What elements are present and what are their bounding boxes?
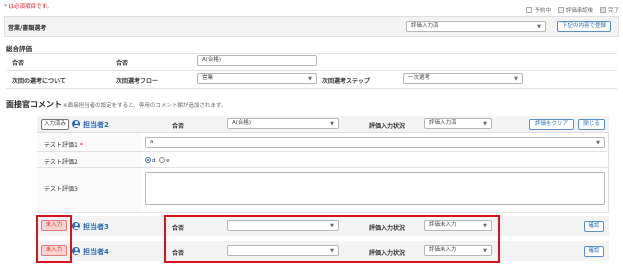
legend-approved-swatch xyxy=(557,7,564,13)
interviewer-2-eval-status-label: 評価入力状況 xyxy=(369,123,406,130)
interviewer-2-status-badge: 入力済み xyxy=(41,119,69,130)
test2-label: テスト評価2 xyxy=(44,159,78,166)
test2-option-e[interactable]: e xyxy=(159,157,170,164)
highlight-status-badges xyxy=(36,215,72,263)
legend-complete: 完了 xyxy=(599,7,619,14)
required-note: * は必須項目です。 xyxy=(4,4,52,10)
test2-option-d[interactable]: d xyxy=(145,157,156,164)
test2-radio-group: d e xyxy=(145,157,170,164)
test3-textarea[interactable] xyxy=(145,172,605,205)
interviewer-2-result-label: 合否 xyxy=(172,123,185,130)
test1-select[interactable]: a ▼ xyxy=(145,137,605,148)
interviewer-4-confirm-button[interactable]: 確認 xyxy=(584,246,604,257)
test1-label: テスト評価1 * xyxy=(44,142,83,149)
user-icon xyxy=(72,222,80,230)
interviewer-4-name[interactable]: 担当者4 xyxy=(83,247,109,257)
chevron-down-icon: ▼ xyxy=(308,76,312,82)
chevron-down-icon: ▼ xyxy=(596,140,600,146)
overall-evaluation-title: 総合評価 xyxy=(6,45,32,53)
legend-reserved-swatch xyxy=(526,7,533,13)
radio-unchecked-icon xyxy=(159,157,166,163)
status-legend: 予約中 評価承認後 完了 xyxy=(526,6,619,14)
clear-evaluation-button[interactable]: 評価をクリア xyxy=(529,119,574,130)
interviewer-2-result-select[interactable]: A(合格) ▼ xyxy=(227,118,339,129)
interviewer-comments-note: ※面接担当者の設定をすると、専用のコメント欄が追加されます。 xyxy=(63,103,227,109)
overall-result-field-label: 合否 xyxy=(116,60,129,67)
next-flow-label: 次回選考フロー xyxy=(116,78,159,85)
chevron-down-icon: ▼ xyxy=(514,76,518,82)
interviewer-2-name[interactable]: 担当者2 xyxy=(83,120,109,130)
legend-approved: 評価承認後 xyxy=(557,7,593,14)
overall-result-label: 合否 xyxy=(12,60,25,67)
next-step-label: 次回選考ステップ xyxy=(322,78,371,85)
interviewer-3-confirm-button[interactable]: 確認 xyxy=(584,221,604,232)
overall-result-select[interactable]: A(合格) xyxy=(197,55,317,66)
test3-label: テスト評価3 xyxy=(44,186,78,193)
page-title: 営業/書類選考 xyxy=(8,25,47,32)
highlight-result-fields xyxy=(164,215,500,263)
close-button[interactable]: 閉じる xyxy=(578,119,605,130)
chevron-down-icon: ▼ xyxy=(483,121,487,127)
user-icon xyxy=(72,120,80,128)
register-button[interactable]: 下記の内容で登録 xyxy=(557,21,611,32)
next-selection-label: 次回の選考について xyxy=(12,78,66,85)
radio-checked-icon xyxy=(145,157,151,163)
next-step-select[interactable]: 一次選考 ▼ xyxy=(403,73,523,84)
evaluation-status-select[interactable]: 評価入力済 ▼ xyxy=(406,21,546,32)
next-flow-select[interactable]: 営業 ▼ xyxy=(197,73,317,84)
chevron-down-icon: ▼ xyxy=(537,24,541,30)
user-icon xyxy=(72,247,80,255)
legend-reserved: 予約中 xyxy=(526,7,551,14)
interviewer-comments-title: 面接官コメント xyxy=(6,100,62,109)
required-mark: * xyxy=(79,142,83,149)
interviewer-3-name[interactable]: 担当者3 xyxy=(83,222,109,232)
chevron-down-icon: ▼ xyxy=(330,121,334,127)
interviewer-2-eval-status-select[interactable]: 評価入力済 ▼ xyxy=(424,118,492,129)
legend-complete-swatch xyxy=(599,7,606,13)
